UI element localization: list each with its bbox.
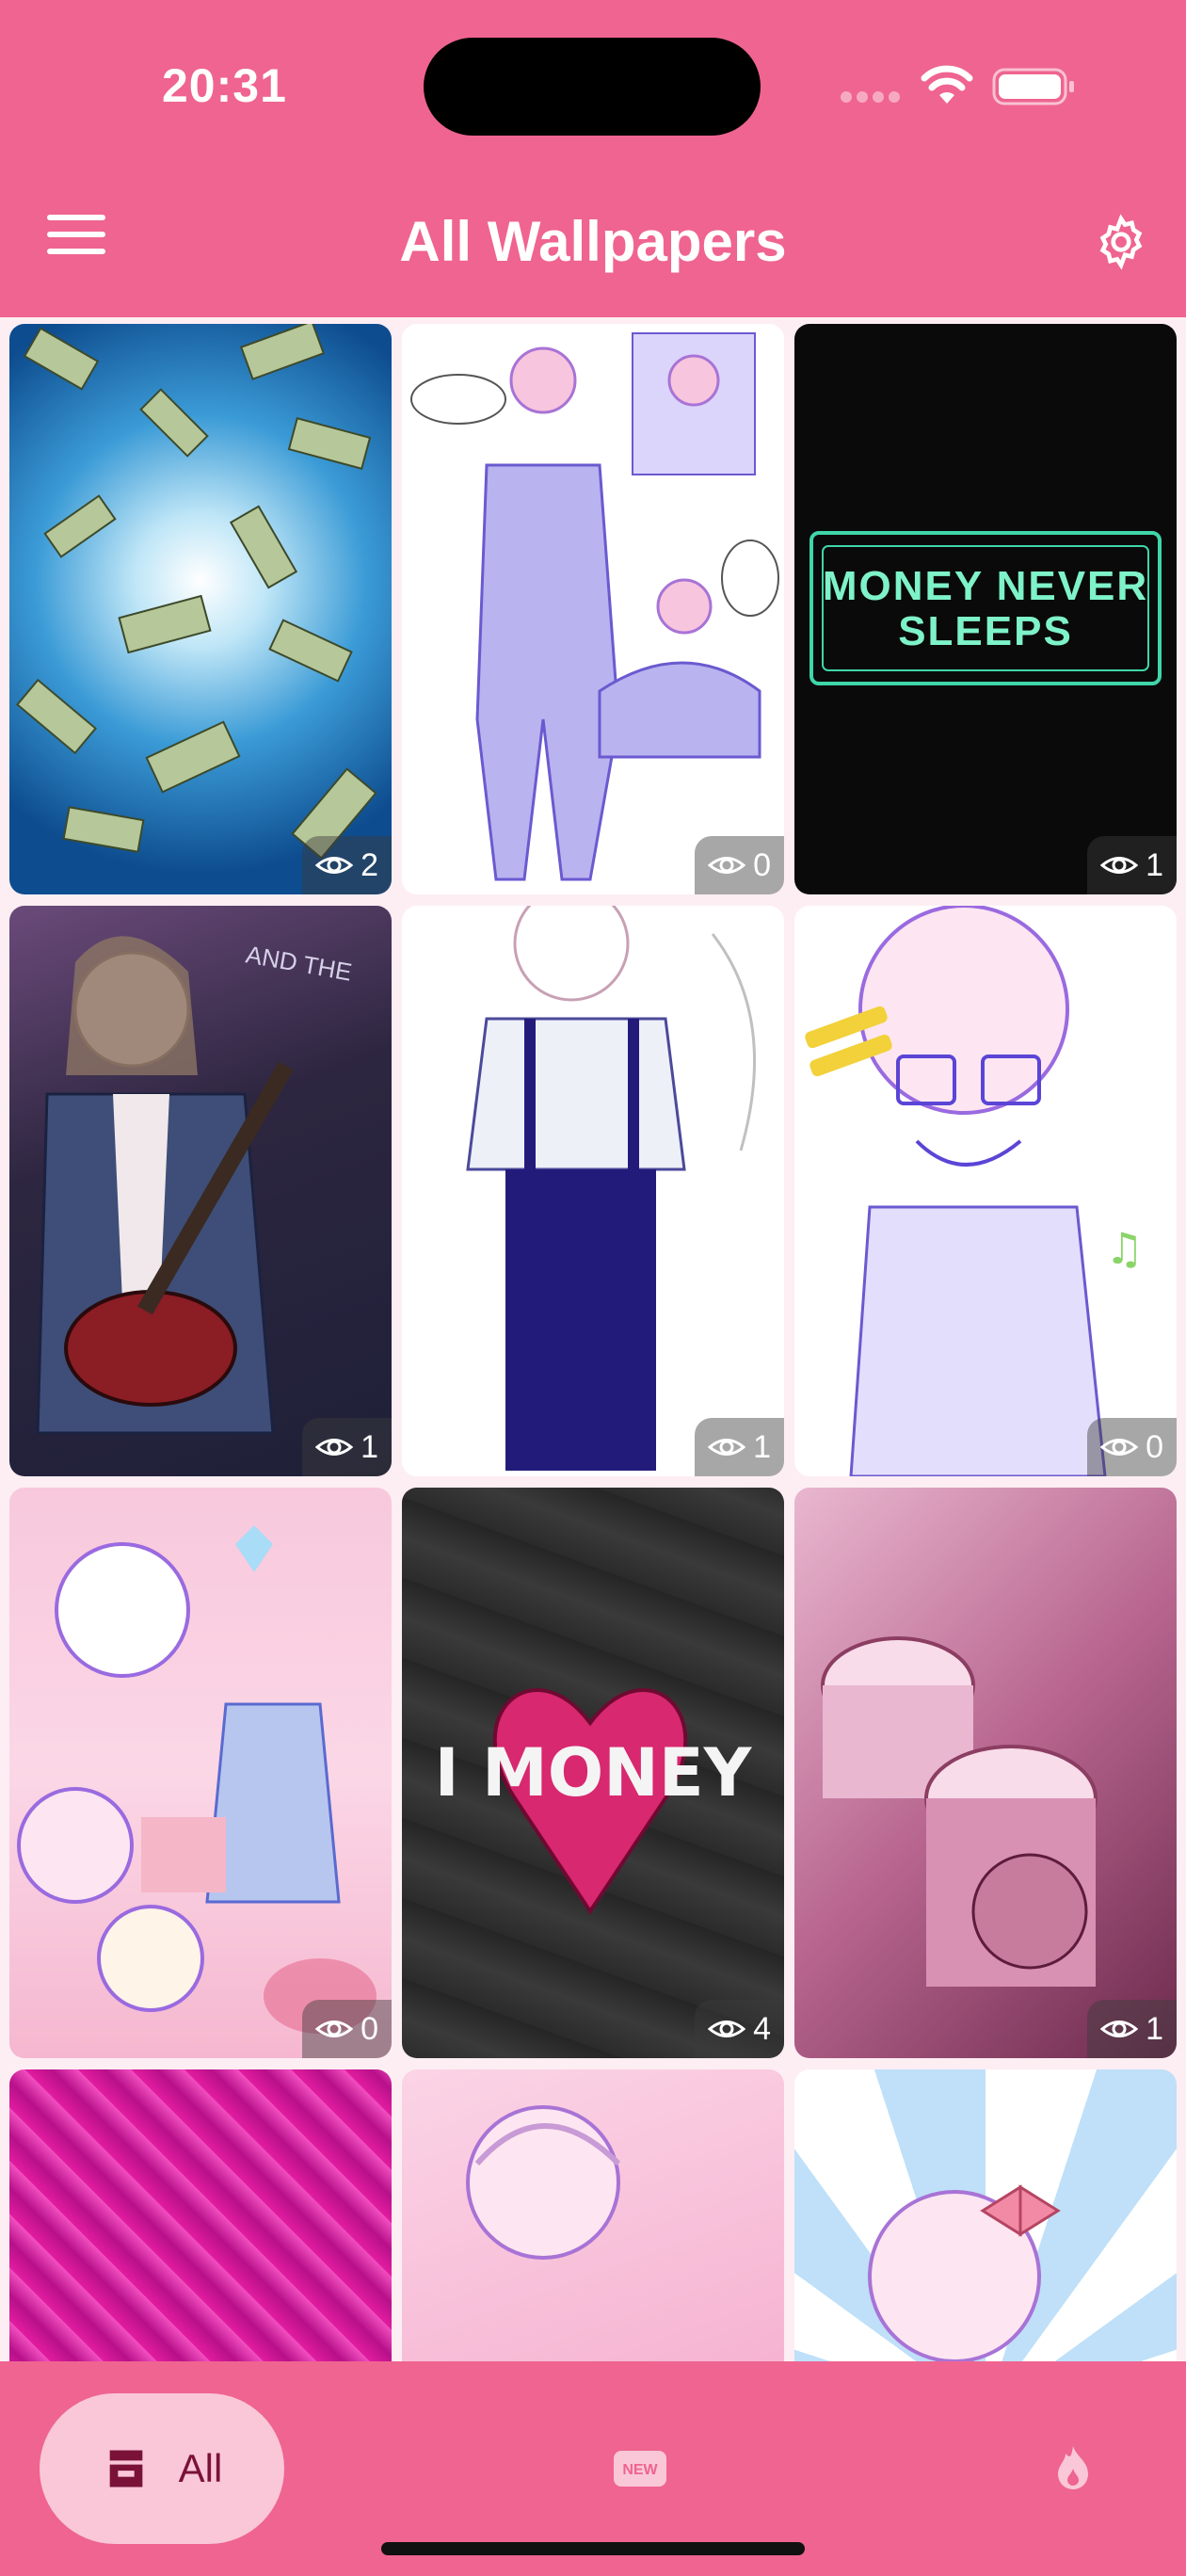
view-count: 4 <box>695 2000 784 2058</box>
tab-all[interactable]: All <box>40 2393 284 2544</box>
view-count: 1 <box>695 1418 784 1476</box>
money-rolls-art <box>821 1636 1098 1987</box>
wallpaper-tile[interactable]: I MONEY 4 <box>402 1488 784 2058</box>
wallpaper-tile[interactable] <box>402 2069 784 2361</box>
tab-new[interactable]: NEW <box>584 2393 697 2544</box>
tab-all-label: All <box>178 2446 223 2490</box>
battery-icon <box>992 68 1074 105</box>
wallpaper-tile[interactable]: 1 <box>794 1488 1177 2058</box>
view-count: 0 <box>695 836 784 894</box>
wallpaper-tile[interactable]: 0 <box>9 1488 392 2058</box>
eye-icon <box>315 2021 354 2037</box>
view-count: 1 <box>1087 836 1177 894</box>
home-indicator <box>381 2542 805 2555</box>
wallpaper-tile[interactable]: 2 <box>9 324 392 894</box>
heart-art <box>492 1688 688 1915</box>
wallpaper-tile[interactable] <box>794 2069 1177 2361</box>
view-count-value: 1 <box>753 1428 771 1465</box>
view-count-value: 0 <box>1146 1428 1163 1465</box>
view-count-value: 1 <box>361 1428 378 1465</box>
eye-icon <box>1100 857 1139 874</box>
settings-button[interactable] <box>1092 213 1150 271</box>
wallpaper-grid: 2 0 MONEY NEVER SLEEPS 1 AND THE 1 1 ♫ 0… <box>9 324 1177 2361</box>
guitarist-art: AND THE <box>36 936 354 1435</box>
eye-icon <box>315 857 354 874</box>
view-count-value: 0 <box>361 2010 378 2047</box>
character-sketch-art <box>410 332 779 881</box>
cellular-signal-icon <box>841 90 906 105</box>
wallpaper-tile[interactable]: 1 <box>402 906 784 1476</box>
view-count: 2 <box>302 836 392 894</box>
view-count: 1 <box>1087 2000 1177 2058</box>
view-count: 0 <box>1087 1418 1177 1476</box>
view-count-value: 1 <box>1146 846 1163 883</box>
view-count: 1 <box>302 1418 392 1476</box>
chibi-character-art: ♫ <box>805 906 1144 1476</box>
gear-icon <box>1099 214 1143 270</box>
eye-icon <box>315 1439 354 1456</box>
new-badge-icon: NEW <box>614 2451 666 2487</box>
view-count-value: 4 <box>753 2010 771 2047</box>
eye-icon <box>708 1439 746 1456</box>
status-time: 20:31 <box>162 59 287 112</box>
view-count-value: 2 <box>361 846 378 883</box>
view-count: 0 <box>302 2000 392 2058</box>
eye-icon <box>708 857 746 874</box>
page-title: All Wallpapers <box>399 210 787 273</box>
app-header: 20:31 All Wallpapers <box>0 0 1186 317</box>
eye-icon <box>1100 1439 1139 1456</box>
wifi-icon <box>921 65 973 104</box>
eye-icon <box>708 2021 746 2037</box>
view-count-value: 1 <box>1146 2010 1163 2047</box>
bow-character-art <box>868 2184 1061 2361</box>
eye-icon <box>1100 2021 1139 2037</box>
inbox-tray-icon <box>109 2450 142 2487</box>
svg-text:NEW: NEW <box>622 2462 658 2478</box>
suspenders-sketch-art <box>466 906 757 1471</box>
character-portrait-art <box>466 2105 621 2260</box>
wallpaper-tile[interactable] <box>9 2069 392 2361</box>
wallpaper-tile[interactable]: MONEY NEVER SLEEPS 1 <box>794 324 1177 894</box>
collage-art <box>17 1525 377 2034</box>
view-count-value: 0 <box>753 846 771 883</box>
money-bills-art <box>16 324 377 860</box>
tab-hot[interactable] <box>1017 2393 1130 2544</box>
wallpaper-tile[interactable]: ♫ 0 <box>794 906 1177 1476</box>
wallpaper-tile[interactable]: 0 <box>402 324 784 894</box>
dynamic-island <box>424 38 761 136</box>
wallpaper-tile[interactable]: AND THE 1 <box>9 906 392 1476</box>
neon-sign-art <box>809 531 1162 685</box>
svg-text:AND THE: AND THE <box>244 940 354 986</box>
svg-text:♫: ♫ <box>1105 1223 1144 1274</box>
flame-icon <box>1058 2446 1088 2489</box>
